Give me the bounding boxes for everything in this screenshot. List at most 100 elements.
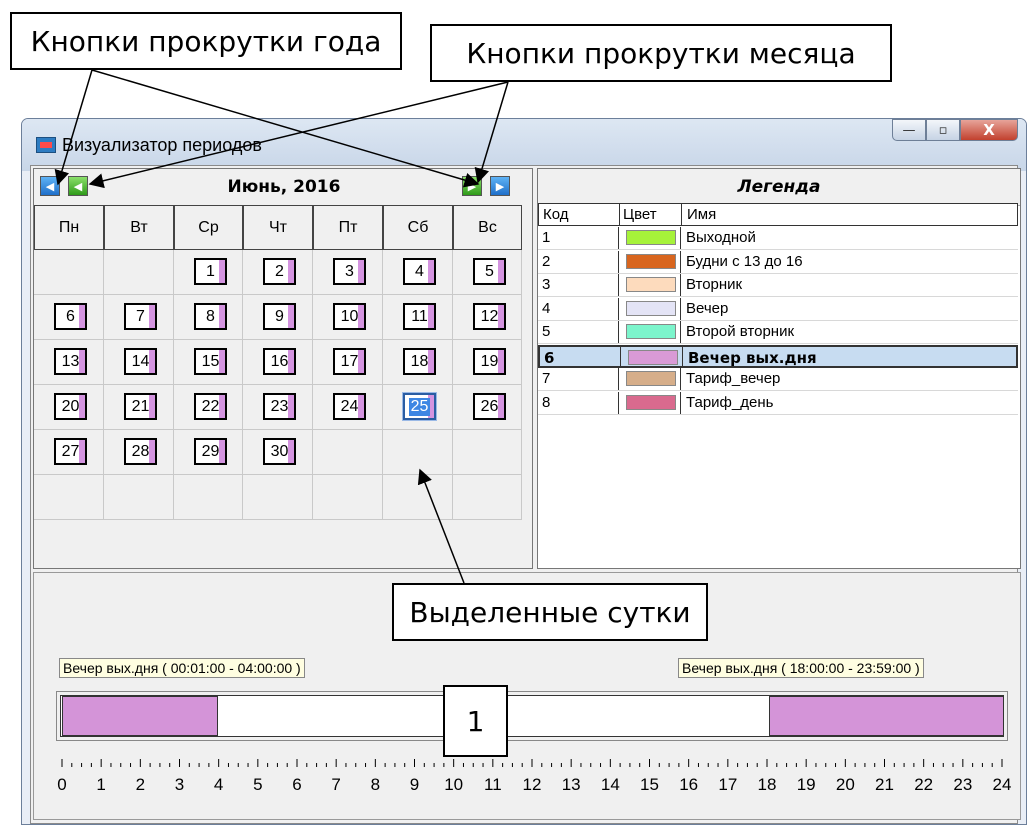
maximize-button[interactable]: ▫ [926, 119, 960, 141]
calendar-day[interactable]: 21 [124, 393, 157, 420]
month-prev-button[interactable]: ◀ [68, 176, 88, 196]
legend-panel: Легенда Код Цвет Имя 1 Выходной 2 Будни с 13 д… [537, 168, 1021, 569]
calendar-day[interactable]: 2 [263, 258, 296, 285]
legend-title: Легенда [538, 169, 1020, 206]
legend-name: Выходной [686, 229, 756, 246]
calendar-cell [313, 430, 383, 475]
day-number: 19 [480, 352, 499, 370]
calendar-cell: 7 [104, 295, 174, 340]
day-number: 13 [61, 352, 80, 370]
minimize-button[interactable]: — [892, 119, 926, 141]
calendar-day[interactable]: 10 [333, 303, 366, 330]
legend-code: 7 [542, 370, 551, 387]
calendar-day[interactable]: 9 [263, 303, 296, 330]
hour-label: 5 [253, 775, 263, 794]
calendar-day[interactable]: 22 [194, 393, 227, 420]
close-button[interactable]: X [960, 119, 1018, 141]
calendar-day[interactable]: 4 [403, 258, 436, 285]
calendar-day[interactable]: 26 [473, 393, 506, 420]
day-number: 7 [136, 307, 145, 325]
calendar-day[interactable]: 3 [333, 258, 366, 285]
calendar-day[interactable]: 27 [54, 438, 87, 465]
calendar-cell [453, 475, 522, 520]
year-next-button[interactable]: ▶ [490, 176, 510, 196]
hour-label: 22 [914, 775, 934, 794]
day-number: 2 [275, 262, 284, 280]
legend-row[interactable]: 2 Будни с 13 до 16 [538, 250, 1018, 274]
legend-row[interactable]: 4 Вечер [538, 297, 1018, 321]
calendar-day[interactable]: 8 [194, 303, 227, 330]
hour-label: 17 [718, 775, 738, 794]
calendar-cell: 5 [453, 250, 522, 295]
legend-row[interactable]: 5 Второй вторник [538, 321, 1018, 344]
legend-row[interactable]: 7 Тариф_вечер [538, 368, 1018, 391]
calendar-day[interactable]: 14 [124, 348, 157, 375]
weekday-header: Пн [34, 205, 104, 250]
calendar-day[interactable]: 20 [54, 393, 87, 420]
calendar-day[interactable]: 5 [473, 258, 506, 285]
day-number: 22 [201, 397, 220, 415]
day-number: 10 [340, 307, 359, 325]
calendar-cell: 28 [104, 430, 174, 475]
calendar-day[interactable]: 13 [54, 348, 87, 375]
hour-label: 6 [292, 775, 302, 794]
calendar-day[interactable]: 16 [263, 348, 296, 375]
calendar-cell: 10 [313, 295, 383, 340]
calendar-cell: 12 [453, 295, 522, 340]
day-number: 12 [480, 307, 499, 325]
calendar-day[interactable]: 29 [194, 438, 227, 465]
legend-code: 8 [542, 393, 551, 411]
calendar-day[interactable]: 7 [124, 303, 157, 330]
legend-column-header: Цвет [623, 206, 657, 223]
calendar-day[interactable]: 19 [473, 348, 506, 375]
legend-row[interactable]: 1 Выходной [538, 227, 1018, 250]
calendar-day[interactable]: 28 [124, 438, 157, 465]
day-number: 4 [415, 262, 424, 280]
calendar-day[interactable]: 6 [54, 303, 87, 330]
calendar-day[interactable]: 15 [194, 348, 227, 375]
legend-name: Вторник [686, 276, 743, 293]
legend-color-swatch [626, 324, 676, 339]
calendar-cell [243, 475, 313, 520]
legend-code: 3 [542, 276, 551, 293]
year-prev-button[interactable]: ◀ [40, 176, 60, 196]
calendar-day[interactable]: 17 [333, 348, 366, 375]
calendar-day[interactable]: 1 [194, 258, 227, 285]
calendar-day[interactable]: 30 [263, 438, 296, 465]
calendar-cell: 9 [243, 295, 313, 340]
selected-day[interactable]: 25 [403, 393, 436, 420]
calendar-cell [313, 475, 383, 520]
legend-row[interactable]: 3 Вторник [538, 274, 1018, 297]
segment-tooltip-2: Вечер вых.дня ( 18:00:00 - 23:59:00 ) [678, 658, 924, 678]
month-next-button[interactable]: ▶ [462, 176, 482, 196]
hour-label: 13 [561, 775, 581, 794]
hour-label: 20 [835, 775, 855, 794]
calendar-cell: 14 [104, 340, 174, 385]
callout-month-buttons: Кнопки прокрутки месяца [430, 24, 892, 82]
calendar-cell: 2 [243, 250, 313, 295]
calendar-day[interactable]: 24 [333, 393, 366, 420]
timeline-segment[interactable] [61, 696, 219, 736]
hour-label: 8 [370, 775, 381, 794]
calendar-day[interactable]: 12 [473, 303, 506, 330]
scale-ticks [61, 759, 1003, 767]
day-timeline[interactable] [56, 691, 1008, 741]
window-title: Визуализатор периодов [62, 135, 262, 155]
calendar-day[interactable]: 11 [403, 303, 436, 330]
calendar-cell: 8 [174, 295, 243, 340]
timeline-segment[interactable] [769, 696, 1005, 736]
calendar-cell: 13 [34, 340, 104, 385]
legend-header-row: Код Цвет Имя [538, 203, 1018, 226]
calendar-day[interactable]: 18 [403, 348, 436, 375]
calendar-cell [34, 475, 104, 520]
title-bar[interactable]: Визуализатор периодов — ▫ X [22, 119, 1026, 171]
calendar-day[interactable]: 23 [263, 393, 296, 420]
day-number: 1 [206, 262, 215, 280]
weekday-header: Ср [174, 205, 243, 250]
weekday-header: Чт [243, 205, 313, 250]
legend-row[interactable]: 8 Тариф_день [538, 391, 1018, 415]
legend-row[interactable]: 6 Вечер вых.дня [538, 344, 1018, 368]
calendar-cell: 17 [313, 340, 383, 385]
month-label: Июнь, 2016 [227, 177, 341, 197]
day-number: 17 [340, 352, 359, 370]
